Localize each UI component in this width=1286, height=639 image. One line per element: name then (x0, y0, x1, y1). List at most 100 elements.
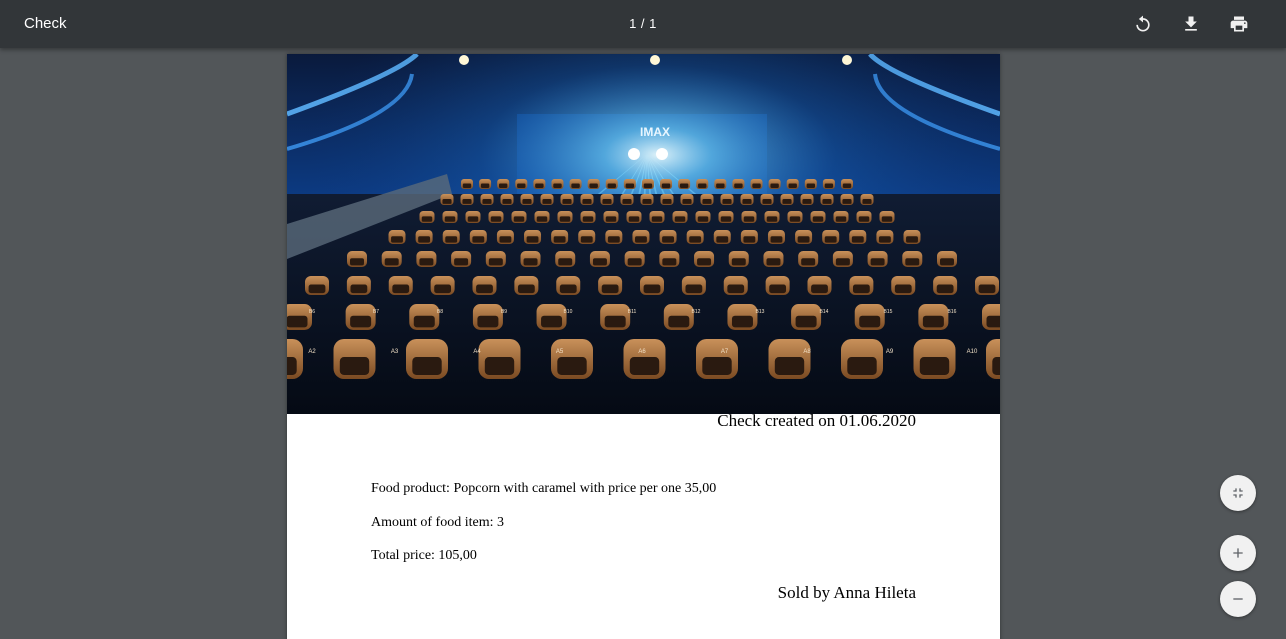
seat (480, 194, 494, 205)
food-product-line: Food product: Popcorn with caramel with … (371, 481, 717, 496)
rotate-button[interactable] (1127, 8, 1159, 40)
seat (556, 276, 581, 295)
seat (660, 179, 673, 189)
seat-label: B9 (501, 309, 507, 315)
seat (820, 194, 834, 205)
seat (409, 304, 440, 330)
seat (663, 304, 694, 330)
seat (902, 251, 923, 267)
rotate-icon (1136, 15, 1150, 32)
seat (833, 211, 849, 223)
print-button[interactable] (1223, 8, 1255, 40)
seat-label: A2 (308, 349, 316, 355)
seat (557, 211, 573, 223)
seat (472, 304, 503, 330)
seat (982, 304, 1000, 330)
seat (419, 211, 435, 223)
seat (540, 194, 554, 205)
seat-label: B7 (373, 309, 379, 315)
seat (763, 251, 784, 267)
seat (680, 194, 694, 205)
seat (514, 276, 539, 295)
seat (511, 211, 527, 223)
seat (849, 230, 867, 244)
seat (860, 194, 874, 205)
seat (727, 304, 758, 330)
seat-label: B10 (564, 309, 573, 315)
seat (388, 276, 413, 295)
zoom-out-button[interactable] (1220, 581, 1256, 617)
seat (626, 211, 642, 223)
fit-to-page-button[interactable] (1220, 475, 1256, 511)
seat (822, 179, 835, 189)
seat (555, 251, 576, 267)
seat-label: A9 (886, 349, 894, 355)
seat (623, 339, 666, 379)
seat (465, 211, 481, 223)
seat-label: B14 (820, 309, 829, 315)
zoom-in-button[interactable] (1220, 535, 1256, 571)
seat (723, 276, 748, 295)
seat (696, 179, 709, 189)
check-created-date: Check created on 01.06.2020 (717, 411, 916, 430)
seat (460, 194, 474, 205)
seat (660, 194, 674, 205)
seat (720, 194, 734, 205)
seat (672, 211, 688, 223)
total-price-line: Total price: 105,00 (371, 548, 477, 563)
seat (786, 179, 799, 189)
seat (442, 211, 458, 223)
seat-label: B13 (756, 309, 765, 315)
seat (580, 194, 594, 205)
seat (624, 251, 645, 267)
seat-label: A8 (803, 349, 811, 355)
seat (686, 230, 704, 244)
seat (472, 276, 497, 295)
seat (488, 211, 504, 223)
seat (496, 230, 514, 244)
seat (867, 251, 888, 267)
seat (416, 251, 437, 267)
seat (765, 276, 790, 295)
seat (478, 339, 521, 379)
seat (485, 251, 506, 267)
seat (578, 230, 596, 244)
seat-label: A5 (556, 349, 564, 355)
seat (681, 276, 706, 295)
seat (632, 230, 650, 244)
seat (345, 304, 376, 330)
seat (798, 251, 819, 267)
seat (659, 230, 677, 244)
seat (832, 251, 853, 267)
seat (440, 194, 454, 205)
seat (287, 304, 312, 330)
seat (795, 230, 813, 244)
seat (695, 211, 711, 223)
seat (807, 276, 832, 295)
seat-label: B8 (437, 309, 443, 315)
amount-line: Amount of food item: 3 (371, 515, 504, 530)
seat (388, 230, 406, 244)
seat (580, 211, 596, 223)
seat-label: A7 (721, 349, 729, 355)
seat (804, 179, 817, 189)
seat (534, 211, 550, 223)
seat (605, 230, 623, 244)
seat (605, 179, 618, 189)
seat (497, 179, 510, 189)
seat (469, 230, 487, 244)
download-button[interactable] (1175, 8, 1207, 40)
seat (937, 251, 957, 267)
seat (760, 194, 774, 205)
seat (589, 251, 610, 267)
zoom-out-icon (1233, 598, 1243, 600)
seat (740, 194, 754, 205)
seat (520, 251, 541, 267)
seat (533, 179, 546, 189)
seat (750, 179, 763, 189)
seat (780, 194, 794, 205)
seat (640, 194, 654, 205)
page-counter: 1 / 1 (629, 16, 657, 31)
seat (560, 194, 574, 205)
sold-by-line: Sold by Anna Hileta (777, 583, 916, 602)
